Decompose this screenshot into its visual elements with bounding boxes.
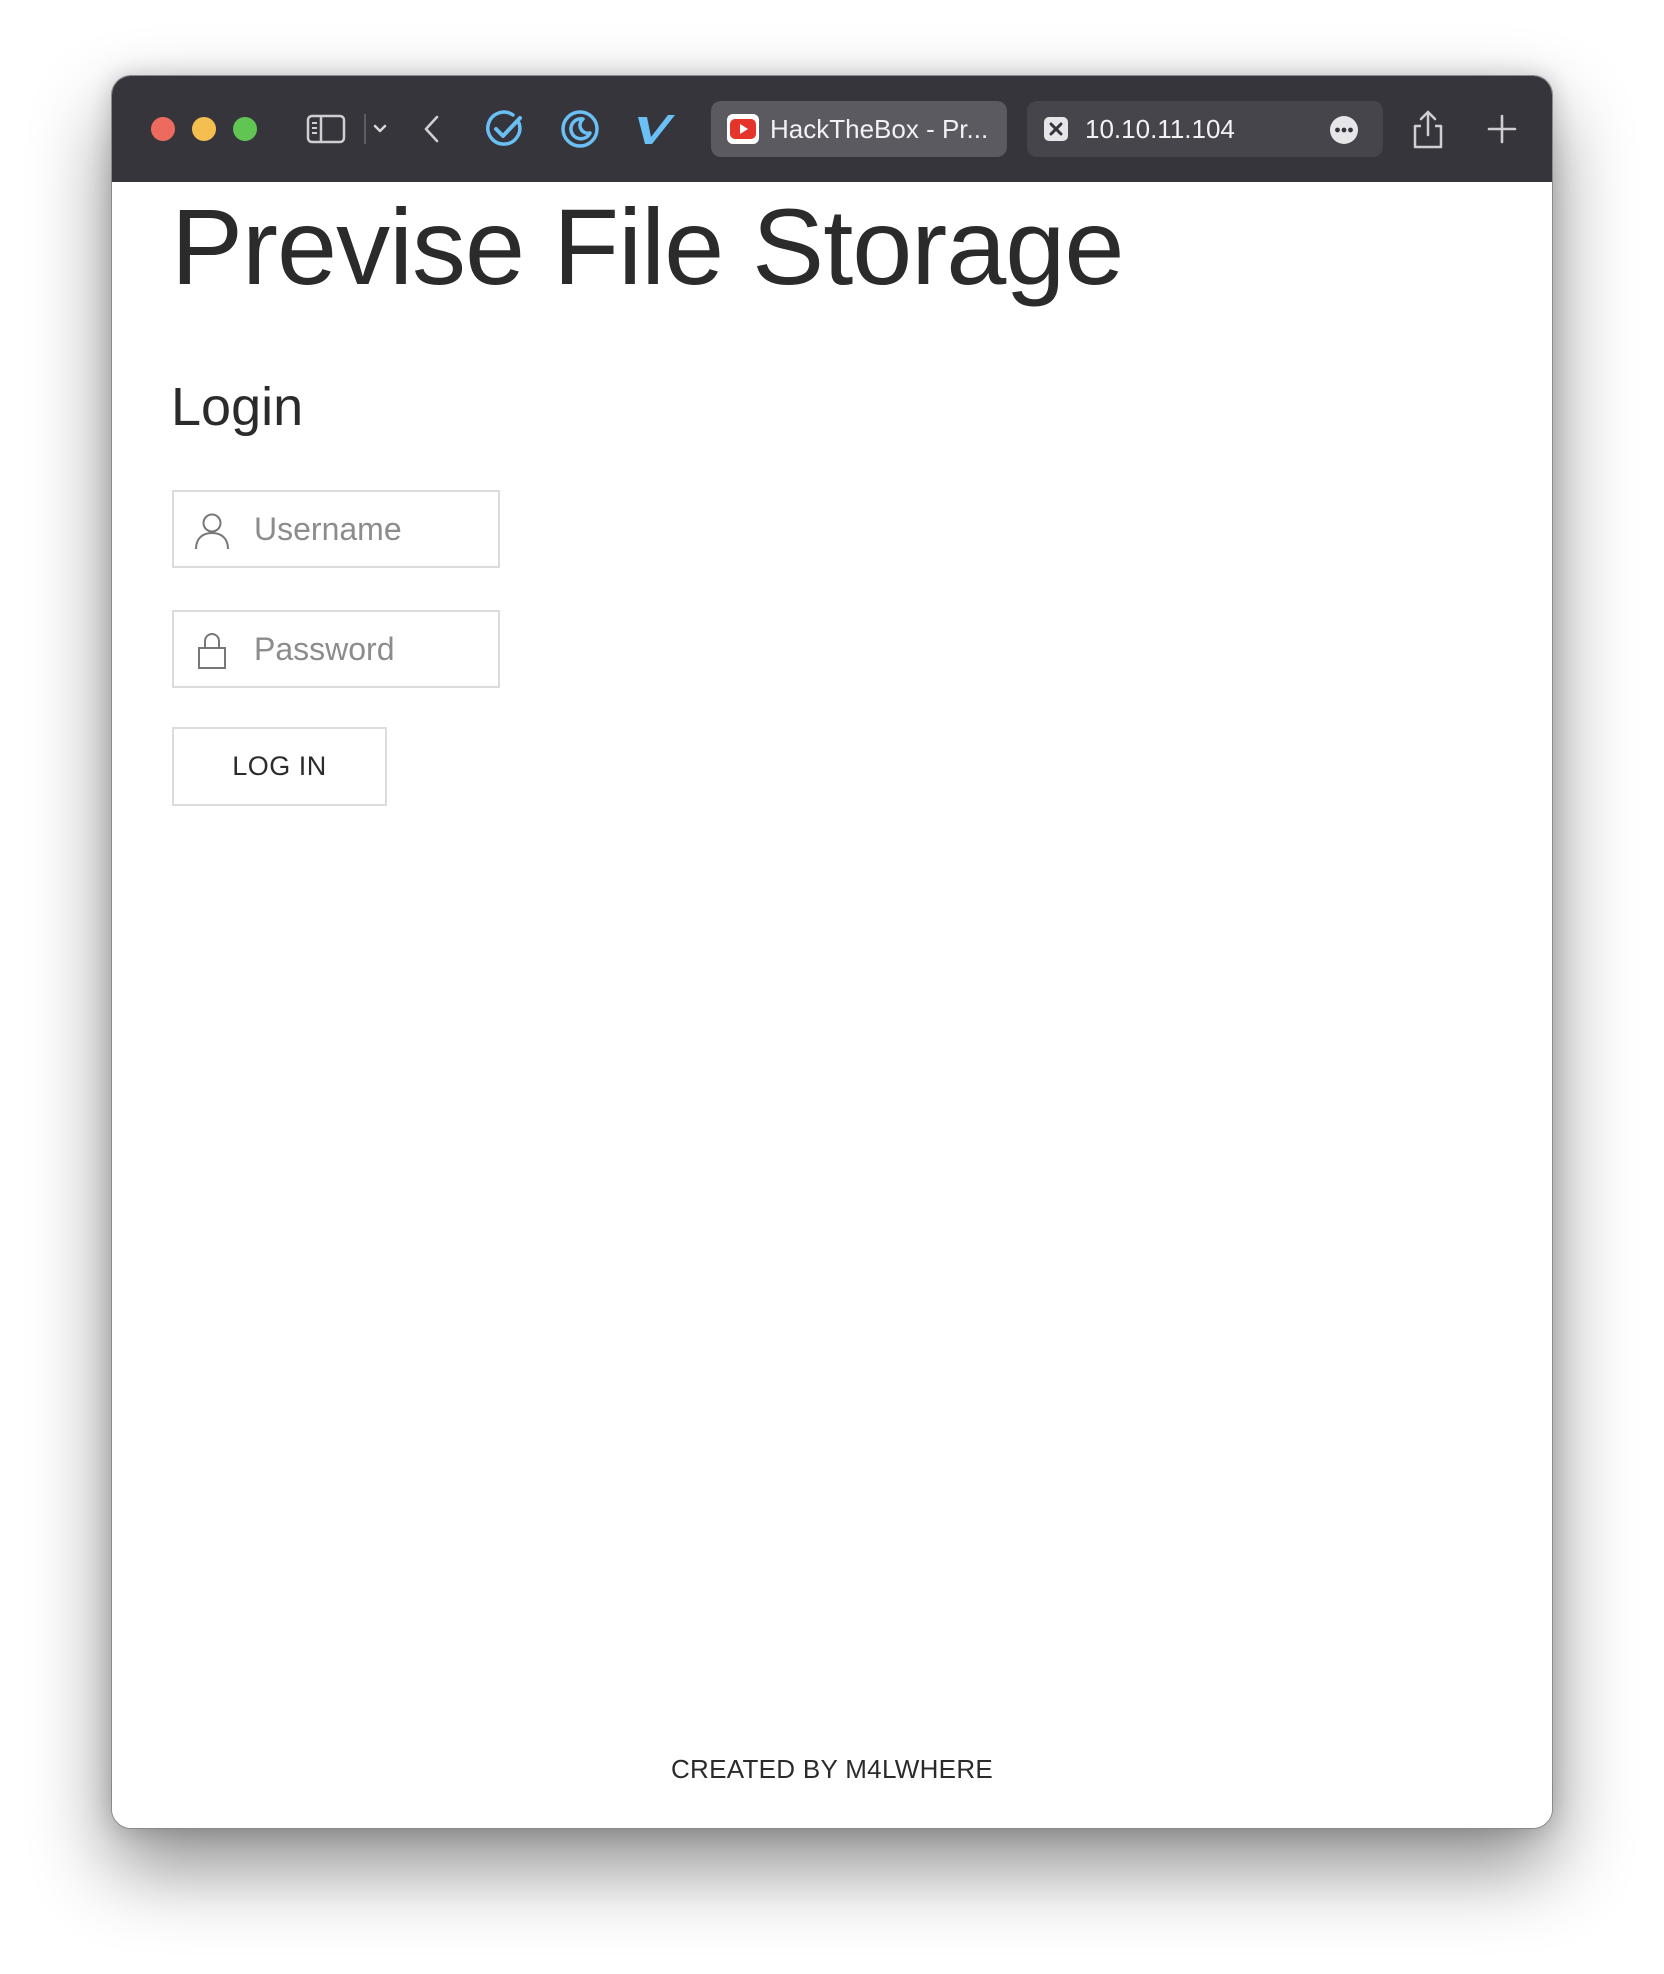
tab-label: HackTheBox - Pr... — [770, 113, 989, 144]
lock-icon — [192, 630, 232, 670]
page-title: Previse File Storage — [171, 186, 1124, 307]
chevron-down-icon[interactable] — [368, 102, 392, 156]
more-icon[interactable] — [1329, 115, 1359, 145]
sidebar-icon[interactable] — [304, 102, 348, 156]
v-icon[interactable] — [634, 102, 678, 156]
password-input[interactable] — [254, 612, 494, 686]
tab-address[interactable]: 10.10.11.104 — [1027, 101, 1383, 157]
youtube-icon — [727, 114, 759, 144]
address-label: 10.10.11.104 — [1085, 113, 1235, 144]
window-minimize-button[interactable] — [192, 117, 216, 141]
login-button[interactable]: LOG IN — [172, 727, 387, 806]
login-heading: Login — [171, 377, 304, 437]
password-field[interactable] — [172, 610, 500, 688]
window-maximize-button[interactable] — [233, 117, 257, 141]
back-icon[interactable] — [417, 102, 447, 156]
page-content: Previse File Storage Login LOG IN CREATE… — [112, 182, 1552, 1828]
username-field[interactable] — [172, 490, 500, 568]
footer-credit: CREATED BY M4LWHERE — [670, 1754, 994, 1784]
share-icon[interactable] — [1410, 102, 1446, 156]
browser-titlebar: HackTheBox - Pr... 10.10.11.104 — [112, 76, 1552, 182]
tab-hackthebox[interactable]: HackTheBox - Pr... — [711, 101, 1007, 157]
check-circle-icon[interactable] — [483, 102, 527, 156]
window-close-button[interactable] — [151, 117, 175, 141]
browser-window: HackTheBox - Pr... 10.10.11.104 Previse … — [111, 75, 1553, 1829]
tab-close-icon[interactable] — [1043, 116, 1069, 142]
plus-icon[interactable] — [1484, 102, 1520, 156]
username-input[interactable] — [254, 492, 494, 566]
user-icon — [192, 510, 232, 550]
moon-icon[interactable] — [558, 102, 602, 156]
